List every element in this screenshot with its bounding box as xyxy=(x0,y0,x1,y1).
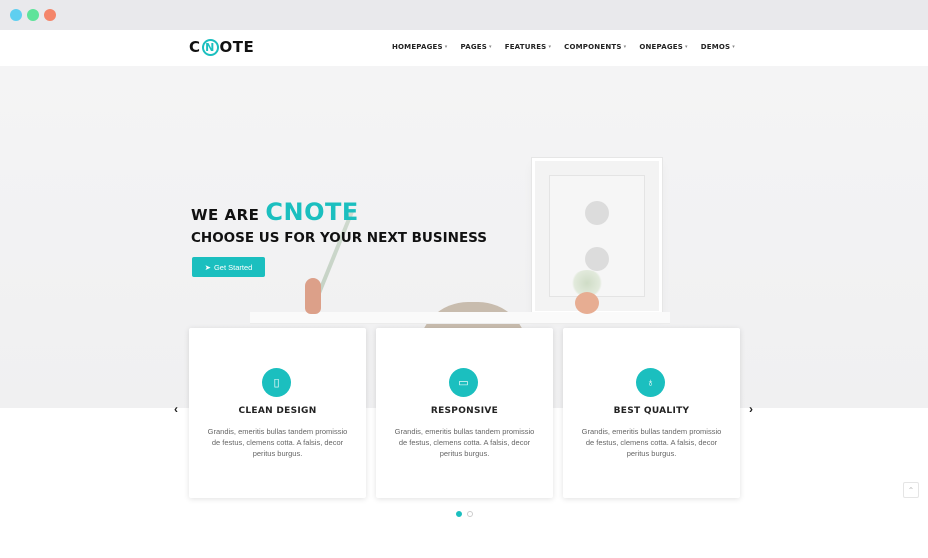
menu-pages[interactable]: PAGES ▾ xyxy=(461,43,492,51)
lightbulb-icon: ♁ xyxy=(636,368,665,397)
menu-label: COMPONENTS xyxy=(564,43,622,51)
chevron-down-icon: ▾ xyxy=(623,44,627,50)
frame-circle-decor xyxy=(585,247,609,271)
feature-card: ♁ BEST QUALITY Grandis, emeritis bullas … xyxy=(563,328,740,498)
chevron-down-icon: ▾ xyxy=(489,44,492,50)
logo-ring-letter: N xyxy=(201,38,219,56)
window-maximize-dot[interactable] xyxy=(44,9,56,21)
hero-prefix: WE ARE xyxy=(191,206,260,224)
carousel-next-icon[interactable]: › xyxy=(749,402,753,416)
feature-title: RESPONSIVE xyxy=(430,406,499,416)
get-started-label: Get Started xyxy=(213,262,253,272)
hero-tagline: CHOOSE US FOR YOUR NEXT BUSINESS xyxy=(191,230,488,246)
window-close-dot[interactable] xyxy=(10,9,22,21)
monitor-icon: ▭ xyxy=(449,368,478,397)
menu-label: ONEPAGES xyxy=(639,43,683,51)
feature-desc: Grandis, emeritis bullas tandem promissi… xyxy=(207,427,348,458)
hero-brand: CNOTE xyxy=(265,198,359,226)
menu-label: FEATURES xyxy=(504,43,547,51)
frame-circle-decor xyxy=(585,201,609,225)
main-menu: HOMEPAGES ▾ PAGES ▾ FEATURES ▾ COMPONENTS ▾ … xyxy=(392,43,735,51)
vase-decor xyxy=(305,278,321,314)
logo[interactable]: C N OTE xyxy=(189,38,254,56)
chevron-down-icon: ▾ xyxy=(685,44,688,50)
chevron-down-icon: ▾ xyxy=(732,44,735,50)
feature-card: ▯ CLEAN DESIGN Grandis, emeritis bullas … xyxy=(189,328,366,498)
logo-text-left: C xyxy=(189,38,201,56)
chevron-down-icon: ▾ xyxy=(444,44,448,50)
menu-label: DEMOS xyxy=(700,43,731,51)
menu-homepages[interactable]: HOMEPAGES ▾ xyxy=(392,43,448,51)
carousel-dot-active[interactable] xyxy=(456,511,462,517)
menu-features[interactable]: FEATURES ▾ xyxy=(505,43,551,51)
carousel-prev-icon[interactable]: ‹ xyxy=(174,402,178,416)
feature-title: BEST QUALITY xyxy=(613,406,690,416)
tablet-icon: ▯ xyxy=(262,368,291,397)
carousel-dot[interactable] xyxy=(467,511,473,517)
window-minimize-dot[interactable] xyxy=(27,9,39,21)
pot-decor xyxy=(575,292,599,314)
menu-label: HOMEPAGES xyxy=(391,43,443,51)
logo-text-right: OTE xyxy=(219,38,255,56)
menu-demos[interactable]: DEMOS ▾ xyxy=(701,43,735,51)
top-navbar: C N OTE HOMEPAGES ▾ PAGES ▾ FEATURES ▾ COMP… xyxy=(0,30,928,66)
feature-card: ▭ RESPONSIVE Grandis, emeritis bullas ta… xyxy=(376,328,553,498)
chevron-down-icon: ▾ xyxy=(548,44,552,50)
get-started-button[interactable]: ➤ Get Started xyxy=(192,257,265,277)
paper-plane-icon: ➤ xyxy=(204,262,211,272)
hero-headline: WE ARE CNOTE xyxy=(191,198,359,226)
feature-title: CLEAN DESIGN xyxy=(238,406,317,416)
feature-desc: Grandis, emeritis bullas tandem promissi… xyxy=(581,427,722,458)
scroll-to-top-icon[interactable]: ⌃ xyxy=(903,482,919,498)
menu-onepages[interactable]: ONEPAGES ▾ xyxy=(639,43,687,51)
menu-label: PAGES xyxy=(460,43,487,51)
menu-components[interactable]: COMPONENTS ▾ xyxy=(564,43,626,51)
feature-desc: Grandis, emeritis bullas tandem promissi… xyxy=(394,427,535,458)
browser-chrome xyxy=(0,0,928,30)
carousel-pagination xyxy=(456,511,473,517)
